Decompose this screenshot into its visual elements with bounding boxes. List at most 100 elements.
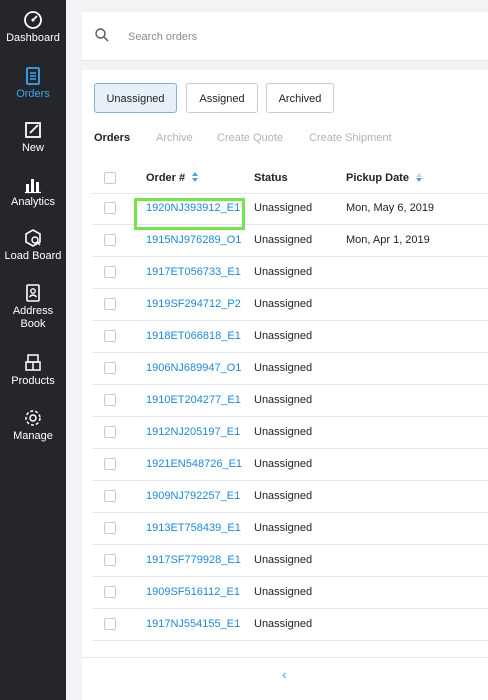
sort-desc-icon[interactable] bbox=[415, 171, 423, 183]
sidebar-item-products[interactable]: Products bbox=[0, 353, 66, 388]
status-text: Unassigned bbox=[254, 394, 313, 406]
status-text: Unassigned bbox=[254, 202, 313, 214]
order-link[interactable]: 1912NJ205197_E1 bbox=[146, 417, 240, 448]
table-row[interactable]: 1917SF779928_E1 Unassigned bbox=[92, 545, 488, 577]
status-text: Unassigned bbox=[254, 266, 313, 278]
select-all-checkbox[interactable] bbox=[104, 172, 116, 184]
order-link[interactable]: 1917SF779928_E1 bbox=[146, 545, 241, 576]
sidebar-item-label: Analytics bbox=[10, 196, 56, 208]
row-checkbox[interactable] bbox=[104, 202, 116, 214]
segment-assigned[interactable]: Assigned bbox=[186, 83, 258, 113]
pagination: ‹ bbox=[82, 657, 488, 690]
segment-archived[interactable]: Archived bbox=[266, 83, 334, 113]
table-row[interactable]: 1910ET204277_E1 Unassigned bbox=[92, 385, 488, 417]
table-row[interactable]: 1909SF516112_E1 Unassigned bbox=[92, 577, 488, 609]
row-checkbox[interactable] bbox=[104, 586, 116, 598]
sidebar-item-label: Products bbox=[11, 375, 55, 387]
new-icon bbox=[25, 122, 41, 138]
sidebar-item-manage[interactable]: Manage bbox=[0, 408, 66, 443]
dashboard-icon bbox=[24, 11, 42, 29]
table-row[interactable]: 1917NJ554155_E1 Unassigned bbox=[92, 609, 488, 641]
order-link[interactable]: 1909NJ792257_E1 bbox=[146, 481, 240, 512]
table-row[interactable]: 1921EN548726_E1 Unassigned bbox=[92, 449, 488, 481]
row-checkbox[interactable] bbox=[104, 426, 116, 438]
tab-archive[interactable]: Archive bbox=[156, 132, 193, 144]
table-row[interactable]: 1912NJ205197_E1 Unassigned bbox=[92, 417, 488, 449]
tab-create-quote[interactable]: Create Quote bbox=[217, 132, 283, 144]
products-icon bbox=[25, 354, 41, 371]
order-link[interactable]: 1917NJ554155_E1 bbox=[146, 609, 240, 640]
sidebar-item-orders[interactable]: Orders bbox=[0, 66, 66, 101]
status-text: Unassigned bbox=[254, 362, 313, 374]
table-row[interactable]: 1906NJ689947_O1 Unassigned bbox=[92, 353, 488, 385]
search-input[interactable] bbox=[126, 26, 460, 48]
status-text: Unassigned bbox=[254, 490, 313, 502]
sidebar-item-label: New bbox=[21, 142, 44, 154]
status-text: Unassigned bbox=[254, 298, 313, 310]
status-text: Unassigned bbox=[254, 522, 313, 534]
row-checkbox[interactable] bbox=[104, 458, 116, 470]
sidebar-item-dashboard[interactable]: Dashboard bbox=[0, 10, 66, 45]
table-header: Order # Status Pickup Date bbox=[92, 163, 488, 194]
order-link[interactable]: 1917ET056733_E1 bbox=[146, 257, 241, 288]
status-text: Unassigned bbox=[254, 618, 313, 630]
status-text: Unassigned bbox=[254, 554, 313, 566]
order-link[interactable]: 1919SF294712_P2 bbox=[146, 289, 241, 320]
row-checkbox[interactable] bbox=[104, 554, 116, 566]
sidebar-item-label: Load Board bbox=[4, 250, 62, 262]
tab-orders[interactable]: Orders bbox=[94, 132, 130, 144]
orders-icon bbox=[26, 67, 40, 85]
row-checkbox[interactable] bbox=[104, 330, 116, 342]
chevron-left-icon[interactable]: ‹ bbox=[282, 666, 287, 682]
table-row[interactable]: 1919SF294712_P2 Unassigned bbox=[92, 289, 488, 321]
row-checkbox[interactable] bbox=[104, 234, 116, 246]
sidebar-item-analytics[interactable]: Analytics bbox=[0, 174, 66, 209]
sidebar-item-address-book[interactable]: Address Book bbox=[0, 283, 66, 331]
pickup-date: Mon, Apr 1, 2019 bbox=[346, 234, 430, 246]
row-checkbox[interactable] bbox=[104, 394, 116, 406]
column-header-status: Status bbox=[254, 172, 288, 184]
status-text: Unassigned bbox=[254, 426, 313, 438]
row-checkbox[interactable] bbox=[104, 618, 116, 630]
analytics-icon bbox=[25, 179, 41, 194]
row-checkbox[interactable] bbox=[104, 490, 116, 502]
order-link[interactable]: 1909SF516112_E1 bbox=[146, 577, 240, 608]
sidebar-item-load-board[interactable]: Load Board bbox=[0, 228, 66, 263]
highlight-box bbox=[134, 198, 245, 230]
pickup-date: Mon, May 6, 2019 bbox=[346, 202, 435, 214]
status-text: Unassigned bbox=[254, 234, 313, 246]
sidebar-item-new[interactable]: New bbox=[0, 120, 66, 155]
load-board-icon bbox=[25, 229, 41, 247]
sidebar-item-label: Address Book bbox=[12, 305, 54, 330]
tab-create-shipment[interactable]: Create Shipment bbox=[309, 132, 392, 144]
order-link[interactable]: 1921EN548726_E1 bbox=[146, 449, 242, 480]
sidebar-item-label: Orders bbox=[16, 88, 50, 100]
search-bar bbox=[82, 12, 488, 61]
order-link[interactable]: 1906NJ689947_O1 bbox=[146, 353, 241, 384]
column-header-pickup-date[interactable]: Pickup Date bbox=[346, 163, 423, 193]
table-row[interactable]: 1917ET056733_E1 Unassigned bbox=[92, 257, 488, 289]
row-checkbox[interactable] bbox=[104, 522, 116, 534]
status-text: Unassigned bbox=[254, 586, 313, 598]
order-link[interactable]: 1910ET204277_E1 bbox=[146, 385, 241, 416]
search-icon bbox=[95, 28, 109, 42]
status-text: Unassigned bbox=[254, 458, 313, 470]
table-row[interactable]: 1918ET066818_E1 Unassigned bbox=[92, 321, 488, 353]
order-link[interactable]: 1918ET066818_E1 bbox=[146, 321, 241, 352]
gear-icon bbox=[25, 410, 41, 426]
table-row[interactable]: 1913ET758439_E1 Unassigned bbox=[92, 513, 488, 545]
status-text: Unassigned bbox=[254, 330, 313, 342]
column-header-order[interactable]: Order # bbox=[146, 163, 199, 193]
sort-icon[interactable] bbox=[191, 171, 199, 183]
row-checkbox[interactable] bbox=[104, 362, 116, 374]
table-row[interactable]: 1909NJ792257_E1 Unassigned bbox=[92, 481, 488, 513]
orders-panel: Unassigned Assigned Archived Orders Arch… bbox=[82, 70, 488, 700]
order-link[interactable]: 1913ET758439_E1 bbox=[146, 513, 241, 544]
sidebar-item-label: Manage bbox=[13, 430, 53, 442]
row-checkbox[interactable] bbox=[104, 266, 116, 278]
row-checkbox[interactable] bbox=[104, 298, 116, 310]
segment-unassigned[interactable]: Unassigned bbox=[94, 83, 177, 113]
address-book-icon bbox=[26, 284, 40, 302]
sidebar: Dashboard Orders New Analytics Load Boar… bbox=[0, 0, 66, 700]
sidebar-item-label: Dashboard bbox=[6, 32, 60, 44]
